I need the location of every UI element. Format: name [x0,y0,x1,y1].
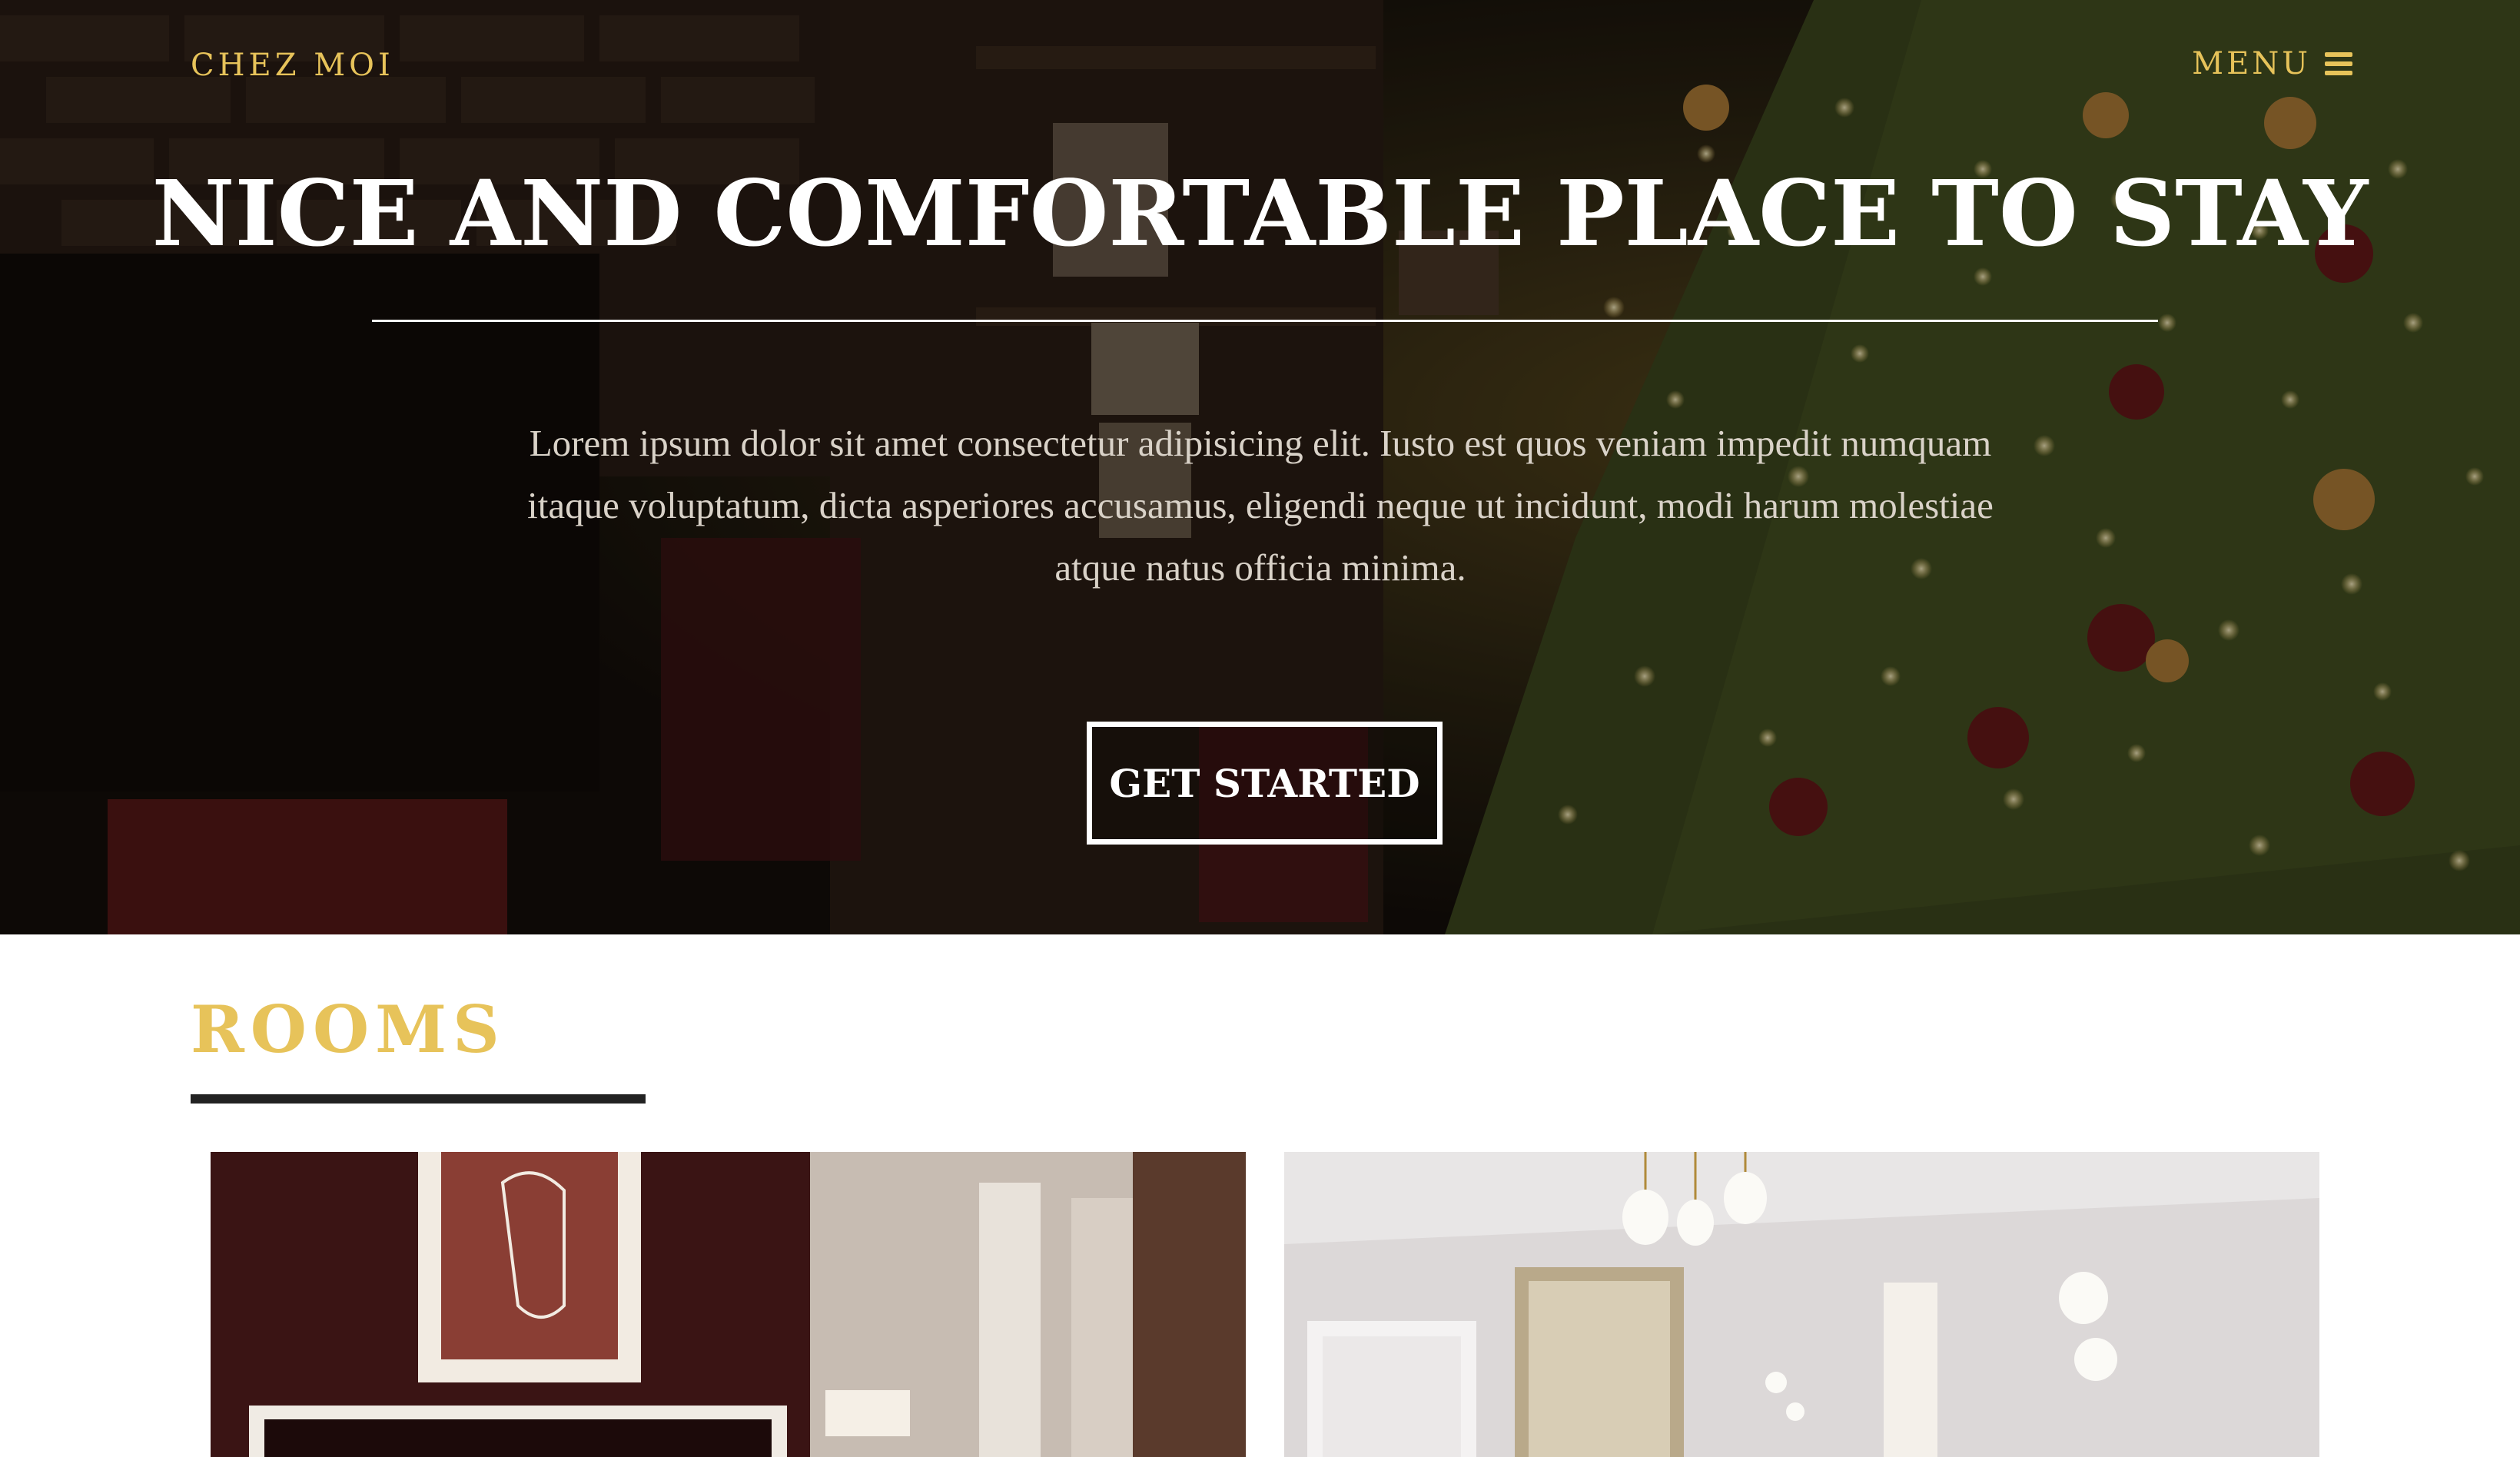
room-card-bright-bedroom[interactable] [1284,1152,2319,1457]
hero-divider [372,320,2158,322]
brand-logo[interactable]: CHEZ MOI [191,48,394,83]
menu-label: MENU [2192,46,2311,81]
hero-section: CHEZ MOI MENU NICE AND COMFORTABLE PLACE… [0,0,2520,934]
rooms-divider [191,1094,646,1104]
room-image-dark-bedroom [211,1152,1246,1457]
room-card-dark-bedroom[interactable] [211,1152,1246,1457]
room-image-bright-bedroom [1284,1152,2319,1457]
rooms-heading: ROOMS [191,991,506,1067]
hero-title: NICE AND COMFORTABLE PLACE TO STAY [151,160,2369,267]
hamburger-icon [2325,51,2352,76]
get-started-button[interactable]: GET STARTED [1087,722,1443,845]
hero-description: Lorem ipsum dolor sit amet consectetur a… [527,422,1994,589]
menu-button[interactable]: MENU [2192,46,2352,81]
